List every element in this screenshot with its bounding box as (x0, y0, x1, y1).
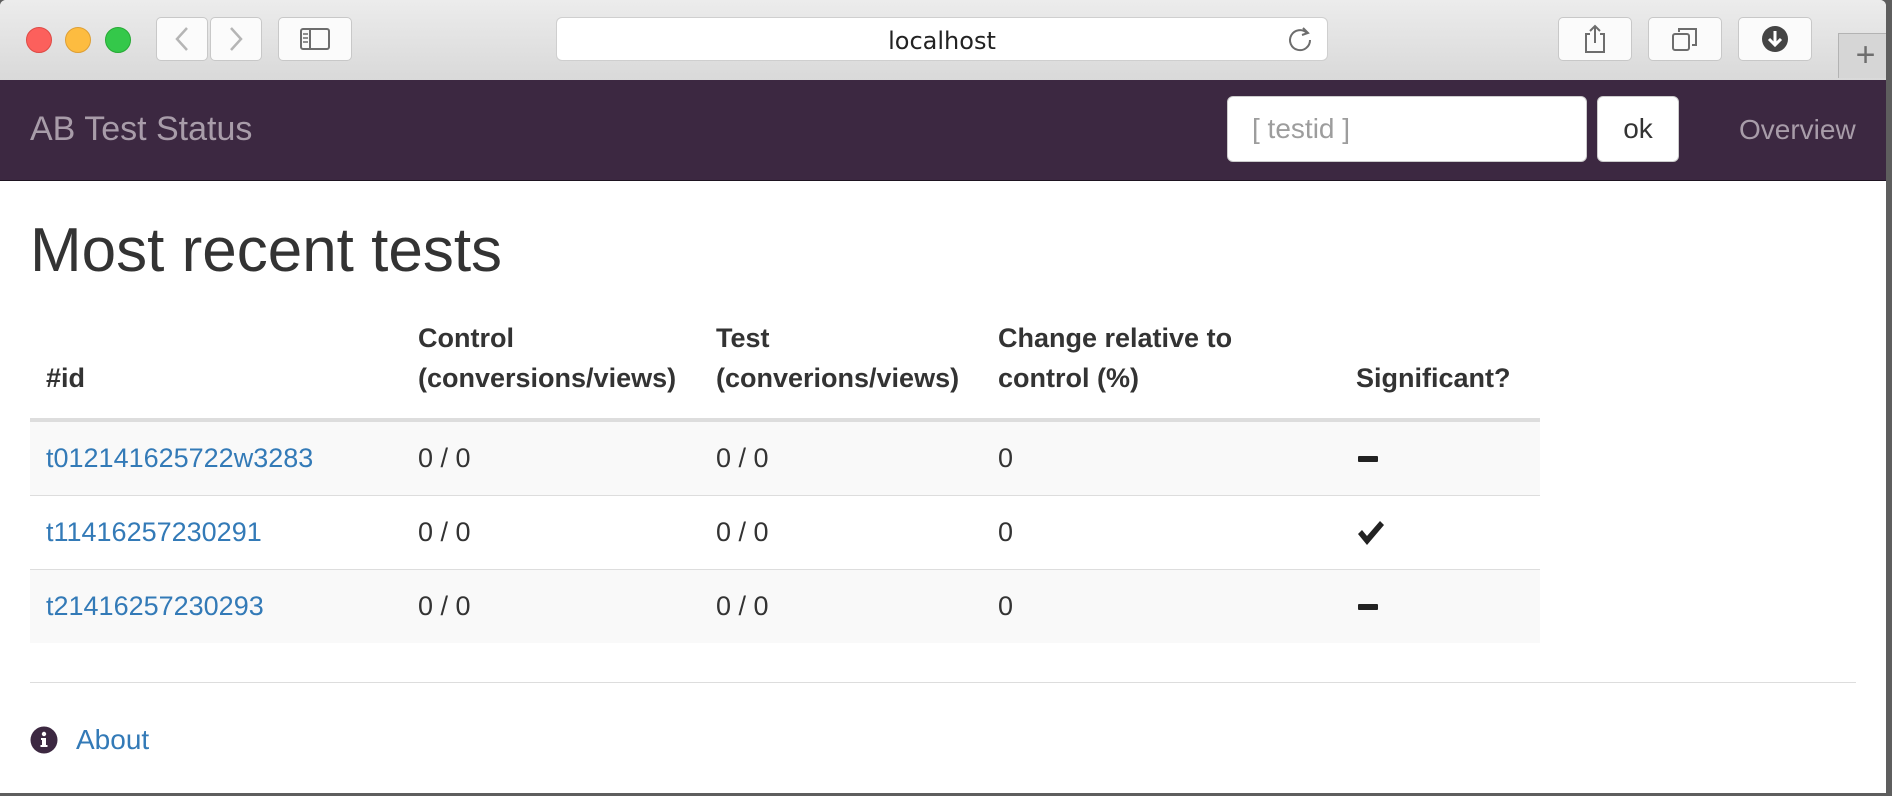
change-value: 0 (982, 495, 1340, 570)
testid-search-input[interactable] (1227, 96, 1587, 162)
zoom-window-button[interactable] (105, 27, 131, 53)
table-row: t012141625722w3283 0 / 0 0 / 0 0 (30, 420, 1540, 496)
footer-divider (30, 682, 1856, 683)
control-value: 0 / 0 (402, 495, 700, 570)
header-id: #id (30, 318, 402, 422)
chevron-left-icon (175, 27, 188, 51)
brand-title[interactable]: AB Test Status (30, 110, 252, 149)
table-row: t21416257230293 0 / 0 0 / 0 0 (30, 569, 1540, 643)
test-value: 0 / 0 (716, 443, 769, 473)
change-value: 0 (998, 443, 1014, 473)
reload-icon[interactable] (1285, 24, 1315, 54)
sidebar-icon (300, 28, 330, 50)
table-header-row: #id Control (conversions/views) Test (co… (30, 318, 1540, 422)
header-significant: Significant? (1340, 318, 1540, 422)
address-bar[interactable]: localhost (556, 17, 1328, 61)
app-navbar: AB Test Status ok Overview (0, 80, 1886, 181)
forward-button[interactable] (210, 17, 262, 61)
sidebar-toggle-button[interactable] (278, 17, 352, 61)
change-value: 0 (982, 569, 1340, 643)
control-value: 0 / 0 (418, 443, 471, 473)
check-icon (1358, 520, 1384, 545)
table-row: t11416257230291 0 / 0 0 / 0 0 (30, 495, 1540, 570)
header-test: Test (converions/views) (700, 318, 982, 422)
close-window-button[interactable] (26, 27, 52, 53)
minus-icon (1358, 603, 1378, 610)
downloads-button[interactable] (1738, 17, 1812, 61)
about-link[interactable]: About (76, 724, 149, 756)
header-change: Change relative to control (%) (982, 318, 1340, 422)
tabs-overview-button[interactable] (1648, 17, 1722, 61)
test-value: 0 / 0 (700, 495, 982, 570)
minus-icon (1358, 455, 1378, 462)
new-tab-button[interactable]: + (1838, 33, 1886, 78)
test-value: 0 / 0 (700, 569, 982, 643)
header-control: Control (conversions/views) (402, 318, 700, 422)
footer-about: About (30, 724, 149, 756)
browser-window: localhost + AB Test Status ok Overview M… (0, 0, 1886, 793)
share-button[interactable] (1558, 17, 1632, 61)
test-id-link[interactable]: t11416257230291 (46, 517, 262, 547)
download-icon (1762, 26, 1788, 52)
chevron-right-icon (230, 27, 243, 51)
browser-toolbar: localhost (0, 0, 1886, 81)
test-id-link[interactable]: t21416257230293 (46, 591, 264, 621)
overview-link[interactable]: Overview (1739, 114, 1856, 146)
ok-button[interactable]: ok (1597, 96, 1679, 162)
tests-table: #id Control (conversions/views) Test (co… (30, 318, 1540, 643)
back-button[interactable] (156, 17, 208, 61)
share-icon (1585, 24, 1605, 53)
url-text: localhost (888, 27, 996, 55)
tabs-icon (1672, 28, 1697, 51)
info-icon (30, 726, 58, 754)
test-id-link[interactable]: t012141625722w3283 (46, 443, 313, 473)
page-title: Most recent tests (30, 216, 503, 285)
minimize-window-button[interactable] (65, 27, 91, 53)
control-value: 0 / 0 (402, 569, 700, 643)
